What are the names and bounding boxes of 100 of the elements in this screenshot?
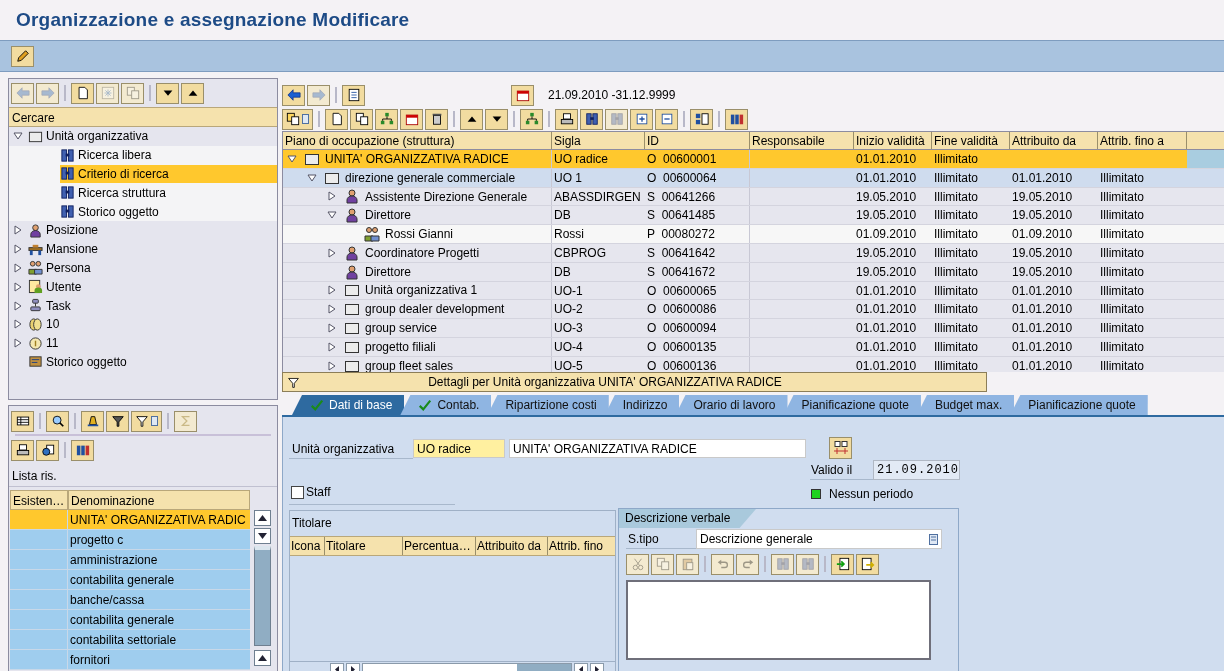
- table-cell-text: fornitori: [69, 652, 111, 669]
- table-cell-text: Illimitato: [933, 151, 979, 168]
- tree-item[interactable]: 11: [28, 333, 119, 353]
- table-cell: S 00641672: [645, 262, 750, 281]
- table-cell-text: UO-4: [553, 338, 584, 356]
- tree-label: group service: [365, 320, 438, 338]
- table-row[interactable]: UNITA' ORGANIZZATIVA RADIC: [10, 510, 250, 530]
- input-field[interactable]: UO radice: [413, 439, 505, 458]
- table-cell-text: UO radice: [553, 151, 610, 168]
- table-cell-text: 01.01.2010: [855, 151, 918, 168]
- table-cell-text: Illimitato: [933, 207, 979, 225]
- section-header: Cercare: [9, 107, 277, 127]
- column-header: Titolare: [325, 537, 403, 555]
- table-cell-text: Illimitato: [933, 338, 979, 356]
- table-cell: O 00600086: [645, 300, 750, 319]
- column-header: Icona: [290, 537, 325, 555]
- date-range: 21.09.2010 -31.12.9999: [548, 87, 676, 104]
- table-cell-text: 01.01.2010: [1011, 301, 1074, 319]
- table-cell-text: Illimitato: [1099, 338, 1145, 356]
- table-cell-text: contabilita generale: [69, 572, 176, 589]
- tree-item[interactable]: Posizione: [28, 221, 159, 240]
- tree-label: Direttore: [365, 263, 411, 281]
- table-cell-text: 19.05.2010: [855, 207, 918, 225]
- table-row[interactable]: banche/cassa: [10, 590, 250, 610]
- table-cell-text: 01.01.2010: [855, 320, 918, 337]
- tree-item[interactable]: Utente: [28, 277, 142, 297]
- checkbox-label: Staff: [306, 484, 331, 501]
- tree-row[interactable]: group dealer development UO-2 O 00600086 01.01.2010 Illimitato 01.01.2010 Illimitato: [283, 300, 1224, 320]
- table-cell-text: UO-2: [553, 301, 584, 319]
- table-cell-text: Illimitato: [1099, 282, 1145, 300]
- column-header: Esisten…: [10, 490, 68, 510]
- table-cell-text: Illimitato: [1099, 357, 1145, 372]
- tree-item[interactable]: Storico oggetto: [28, 352, 187, 372]
- table-cell: O 00600001: [645, 150, 750, 168]
- tab[interactable]: Contab.: [400, 395, 492, 415]
- table-cell-text: 01.01.2010: [855, 282, 918, 300]
- table-cell-text: 01.01.2010: [855, 301, 918, 319]
- table-cell: O 00600094: [645, 319, 750, 337]
- table-cell-text: 19.05.2010: [855, 188, 918, 206]
- table-cell-text: Illimitato: [933, 301, 979, 319]
- table-cell-text: 19.05.2010: [1011, 188, 1074, 206]
- tree-label: group dealer development: [365, 301, 505, 319]
- tree-row[interactable]: UNITA' ORGANIZZATIVA RADICE UO radice O 00600001 01.01.2010 Illimitato: [283, 150, 1224, 169]
- table-cell-text: Illimitato: [1099, 169, 1145, 187]
- table-cell-text: progetto c: [69, 532, 125, 549]
- table-cell-text: 01.01.2010: [855, 169, 918, 187]
- input-field[interactable]: UNITA' ORGANIZZATIVA RADICE: [509, 439, 806, 458]
- table-cell: S 00641642: [645, 244, 750, 262]
- table-row[interactable]: contabilita generale: [10, 610, 250, 630]
- group-title: Titolare: [291, 515, 333, 532]
- table-cell-text: UNITA' ORGANIZZATIVA RADIC: [69, 512, 247, 529]
- table-row[interactable]: contabilita generale: [10, 570, 250, 590]
- table-cell-text: 19.05.2010: [855, 245, 918, 262]
- table-cell-text: Illimitato: [1099, 207, 1145, 225]
- tree-item[interactable]: 10: [28, 314, 120, 334]
- table-cell-text: 01.01.2010: [1011, 282, 1074, 300]
- tree-row[interactable]: group service UO-3 O 00600094 01.01.2010 Illimitato 01.01.2010 Illimitato: [283, 319, 1224, 338]
- table-cell-text: UO-3: [553, 320, 584, 337]
- table-cell-text: 01.01.2010: [855, 357, 918, 372]
- table-cell-text: Illimitato: [933, 169, 979, 187]
- tree-label: direzione generale commerciale: [345, 169, 516, 187]
- tree-row[interactable]: Rossi Gianni Rossi P 00080272 01.09.2010 Illimitato 01.09.2010 Illimitato: [283, 225, 1224, 244]
- table-cell-text: 01.01.2010: [1011, 320, 1074, 337]
- tree-item[interactable]: Persona: [28, 258, 151, 278]
- table-cell: S 00641485: [645, 206, 750, 225]
- table-cell-text: Illimitato: [933, 320, 979, 337]
- tree-row[interactable]: Direttore DB S 00641485 19.05.2010 Illimitato 19.05.2010 Illimitato: [283, 206, 1224, 226]
- table-cell-text: ABASSDIRGEN: [553, 188, 642, 206]
- table-row[interactable]: contabilita settoriale: [10, 630, 250, 650]
- tab[interactable]: Dati di base: [292, 395, 405, 415]
- table-cell-text: UO 1: [553, 169, 583, 187]
- tree-item[interactable]: Task: [28, 296, 131, 315]
- table-cell-text: contabilita settoriale: [69, 632, 178, 649]
- table-row[interactable]: fornitori: [10, 650, 250, 670]
- table-cell-text: DB: [553, 263, 572, 281]
- date-field[interactable]: 21.09.2010: [873, 460, 960, 480]
- column-header: Fine validità: [932, 132, 1010, 149]
- column-header: ID: [645, 132, 750, 149]
- table-cell-text: Illimitato: [1099, 226, 1145, 243]
- tree-label: Direttore: [365, 207, 411, 225]
- table-cell-text: Illimitato: [1099, 320, 1145, 337]
- table-cell-text: Illimitato: [1099, 263, 1145, 281]
- table-row[interactable]: progetto c: [10, 530, 250, 550]
- column-header: Attrib. fino a: [1098, 132, 1187, 149]
- dropdown[interactable]: Descrizione generale: [696, 529, 942, 549]
- tree-label: Rossi Gianni: [385, 226, 454, 244]
- table-cell-text: 19.05.2010: [855, 263, 918, 281]
- table-cell-text: UO-1: [553, 282, 584, 300]
- table-row[interactable]: amministrazione: [10, 550, 250, 570]
- table-cell-text: Rossi: [553, 226, 585, 243]
- table-cell-text: Illimitato: [933, 282, 979, 300]
- tree-label: Coordinatore Progetti: [365, 244, 480, 262]
- column-header: Attribuito da: [476, 537, 548, 555]
- list-title: Lista ris.: [9, 465, 277, 487]
- table-cell-text: 01.09.2010: [855, 226, 918, 243]
- column-header: Percentua…: [403, 537, 476, 555]
- table-cell-text: Illimitato: [933, 357, 979, 372]
- tree-item[interactable]: Unità organizzativa: [28, 127, 209, 146]
- table-cell-text: Illimitato: [1099, 188, 1145, 206]
- tree-item[interactable]: Mansione: [28, 239, 159, 259]
